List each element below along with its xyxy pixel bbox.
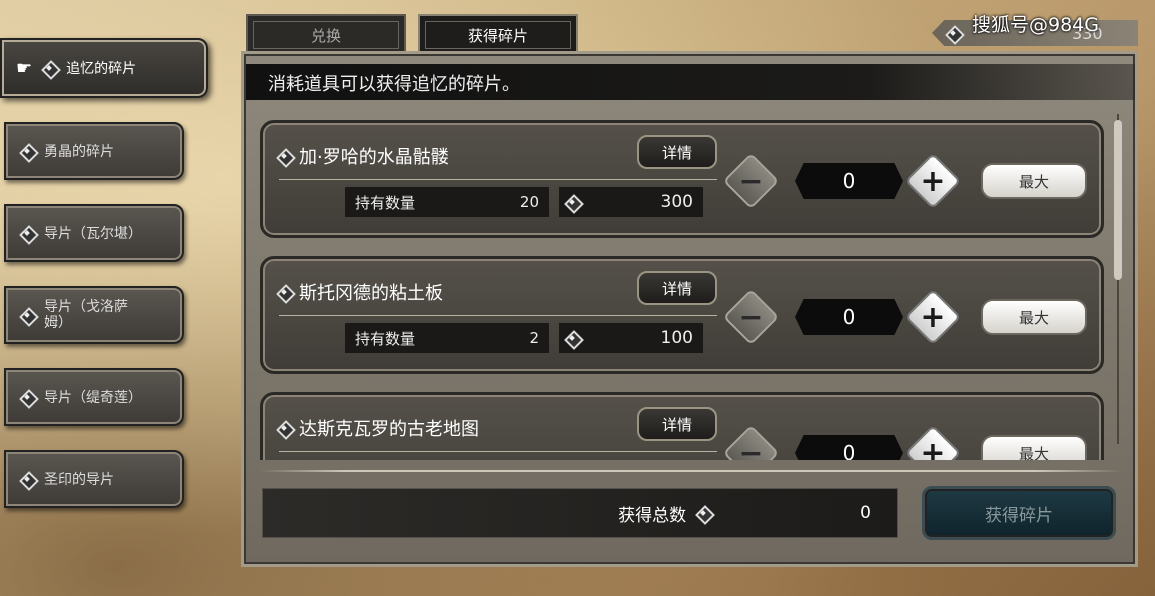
increase-button[interactable]: + (904, 424, 962, 461)
max-button[interactable]: 最大 (981, 435, 1087, 460)
sidebar-item-guide-golosam[interactable]: 导片（戈洛萨姆） (4, 286, 184, 344)
tab-get-fragment[interactable]: 获得碎片 (418, 14, 578, 54)
sidebar-item-label: 导片（瓦尔堪） (44, 226, 142, 242)
owned-value: 2 (529, 329, 539, 347)
item-icon (277, 421, 291, 435)
max-button[interactable]: 最大 (981, 299, 1087, 335)
description-text: 消耗道具可以获得追忆的碎片。 (246, 64, 1135, 100)
fragment-icon (20, 226, 34, 240)
fragment-yield: 300 (559, 187, 703, 217)
divider (279, 179, 717, 180)
yield-value: 300 (660, 192, 693, 212)
quantity-value: 0 (795, 299, 903, 335)
total-label: 获得总数 (618, 505, 687, 526)
tab-label: 获得碎片 (467, 26, 528, 45)
sidebar-item-label: 追忆的碎片 (66, 61, 137, 77)
quantity-value: 0 (795, 163, 903, 199)
total-bar: 获得总数 0 (262, 488, 898, 538)
tab-exchange[interactable]: 兑换 (246, 14, 406, 54)
item-name: 斯托冈德的粘土板 (299, 283, 443, 304)
sidebar-item-memory-fragment[interactable]: ☛ 追忆的碎片 (0, 38, 208, 98)
list-item: 斯托冈德的粘土板 详情 持有数量 2 100 − 0 + 最大 (260, 256, 1104, 374)
minus-icon: − (738, 435, 764, 461)
owned-value: 20 (519, 193, 539, 211)
increase-button[interactable]: + (904, 288, 962, 346)
item-icon (277, 149, 291, 163)
fragment-icon (565, 331, 579, 345)
sidebar-item-label: 圣印的导片 (44, 472, 114, 488)
quantity-value: 0 (795, 435, 903, 460)
fragment-icon (20, 144, 34, 158)
scrollbar-thumb[interactable] (1114, 120, 1122, 280)
divider (279, 451, 717, 452)
footer-divider (260, 470, 1122, 472)
minus-icon: − (738, 299, 764, 335)
list-item: 加·罗哈的水晶骷髅 详情 持有数量 20 300 − 0 + 最大 (260, 120, 1104, 238)
max-button[interactable]: 最大 (981, 163, 1087, 199)
increase-button[interactable]: + (904, 152, 962, 210)
sidebar-item-seal-guide[interactable]: 圣印的导片 (4, 450, 184, 508)
list-item: 达斯克瓦罗的古老地图 详情 − 0 + 最大 (260, 392, 1104, 460)
sidebar-item-label: 勇晶的碎片 (44, 144, 114, 160)
owned-label: 持有数量 (355, 329, 416, 348)
sidebar-item-guide-tichilian[interactable]: 导片（缇奇莲） (4, 368, 184, 426)
fragment-icon (42, 61, 56, 75)
fragment-icon (20, 308, 34, 322)
divider (279, 315, 717, 316)
pointer-hand-icon: ☛ (16, 57, 33, 79)
sidebar-item-brave-fragment[interactable]: 勇晶的碎片 (4, 122, 184, 180)
total-value: 0 (860, 503, 871, 523)
owned-label: 持有数量 (355, 193, 416, 212)
minus-icon: − (738, 163, 764, 199)
item-icon (277, 285, 291, 299)
fragment-icon (20, 472, 34, 486)
tab-label: 兑换 (310, 26, 341, 45)
detail-button[interactable]: 详情 (637, 271, 717, 305)
detail-button[interactable]: 详情 (637, 407, 717, 441)
get-fragment-button[interactable]: 获得碎片 (922, 486, 1116, 540)
owned-count: 持有数量 20 (345, 187, 549, 217)
fragment-icon (20, 390, 34, 404)
fragment-icon (696, 506, 710, 520)
main-panel: 消耗道具可以获得追忆的碎片。 加·罗哈的水晶骷髅 详情 持有数量 20 300 … (244, 54, 1135, 564)
item-name: 加·罗哈的水晶骷髅 (299, 147, 449, 168)
plus-icon: + (920, 299, 946, 335)
plus-icon: + (920, 163, 946, 199)
decrease-button[interactable]: − (722, 424, 780, 461)
watermark: 搜狐号@984G (972, 14, 1099, 36)
fragment-yield: 100 (559, 323, 703, 353)
fragment-icon (565, 195, 579, 209)
fragment-currency-icon (946, 26, 960, 40)
item-name: 达斯克瓦罗的古老地图 (299, 419, 479, 440)
decrease-button[interactable]: − (722, 152, 780, 210)
item-list: 加·罗哈的水晶骷髅 详情 持有数量 20 300 − 0 + 最大 斯托冈德的粘… (260, 120, 1110, 460)
plus-icon: + (920, 435, 946, 461)
yield-value: 100 (660, 328, 693, 348)
sidebar-item-label: 导片（缇奇莲） (44, 390, 142, 406)
sidebar-item-label: 导片（戈洛萨姆） (44, 299, 128, 331)
sidebar-item-guide-vulcan[interactable]: 导片（瓦尔堪） (4, 204, 184, 262)
decrease-button[interactable]: − (722, 288, 780, 346)
owned-count: 持有数量 2 (345, 323, 549, 353)
detail-button[interactable]: 详情 (637, 135, 717, 169)
